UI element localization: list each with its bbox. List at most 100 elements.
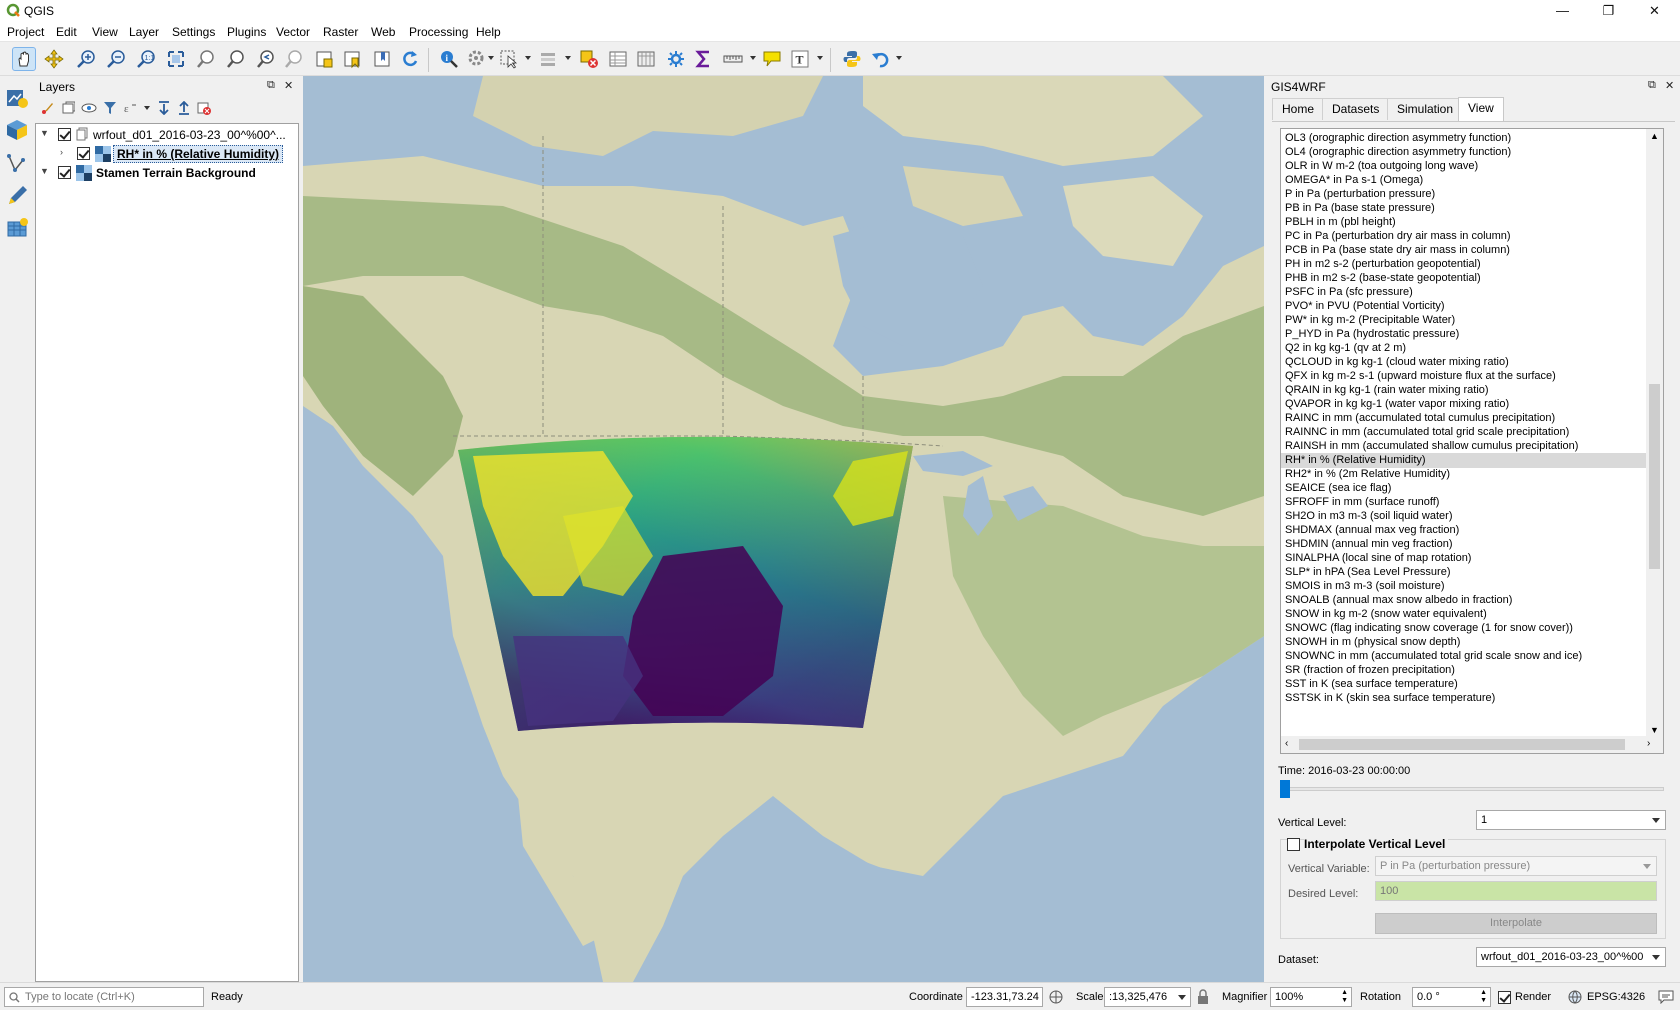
spin-arrows-icon[interactable]: ▲ ▼ xyxy=(1341,989,1348,1005)
vertical-variable-select[interactable]: P in Pa (perturbation pressure) xyxy=(1375,856,1657,876)
horizontal-scrollbar[interactable]: ‹ › xyxy=(1281,736,1663,753)
menu-web[interactable]: Web xyxy=(371,25,395,39)
zoom-native-icon[interactable]: 1:1 xyxy=(134,47,158,71)
layer-name[interactable]: Stamen Terrain Background xyxy=(96,166,256,180)
variable-list-item[interactable]: PBLH in m (pbl height) xyxy=(1285,215,1396,230)
processing-toolbox-icon[interactable] xyxy=(664,47,688,71)
scroll-up-icon[interactable]: ▲ xyxy=(1650,131,1659,141)
variable-list-item[interactable]: OLR in W m-2 (toa outgoing long wave) xyxy=(1285,159,1478,174)
manage-visibility-icon[interactable] xyxy=(81,101,97,115)
pan-to-selection-icon[interactable] xyxy=(42,47,66,71)
variable-list-item[interactable]: SLP* in hPA (Sea Level Pressure) xyxy=(1285,565,1451,580)
pan-icon[interactable] xyxy=(12,47,36,71)
render-checkbox[interactable] xyxy=(1498,991,1511,1004)
map-canvas[interactable] xyxy=(303,76,1264,982)
tab-home[interactable]: Home xyxy=(1272,98,1325,120)
tab-simulation[interactable]: Simulation xyxy=(1387,98,1464,120)
variable-list-item[interactable]: SNOALB (annual max snow albedo in fracti… xyxy=(1285,593,1512,608)
toggle-extents-icon[interactable] xyxy=(1048,989,1064,1005)
layers-float-button[interactable]: ⧉ xyxy=(267,79,275,92)
variable-list-item[interactable]: SHDMIN (annual min veg fraction) xyxy=(1285,537,1453,552)
crs-label[interactable]: EPSG:4326 xyxy=(1587,991,1645,1003)
variable-list-item[interactable]: SR (fraction of frozen precipitation) xyxy=(1285,663,1455,678)
variable-list-item[interactable]: SMOIS in m3 m-3 (soil moisture) xyxy=(1285,579,1445,594)
menu-project[interactable]: Project xyxy=(7,25,44,39)
add-geopackage-layer-icon[interactable] xyxy=(5,118,29,142)
menu-edit[interactable]: Edit xyxy=(56,25,77,39)
zoom-next-icon[interactable] xyxy=(282,47,306,71)
variable-list-item[interactable]: PCB in Pa (base state dry air mass in co… xyxy=(1285,243,1510,258)
variable-list-item[interactable]: SNOW in kg m-2 (snow water equivalent) xyxy=(1285,607,1487,622)
zoom-to-layer-icon[interactable] xyxy=(224,47,248,71)
gis4wrf-float-button[interactable]: ⧉ xyxy=(1648,79,1656,92)
attribute-table-icon[interactable] xyxy=(606,47,630,71)
variable-list-item[interactable]: QRAIN in kg kg-1 (rain water mixing rati… xyxy=(1285,383,1489,398)
collapse-arrow-icon[interactable]: ▼ xyxy=(40,166,49,176)
filter-legend-icon[interactable] xyxy=(103,101,117,115)
variable-list-item[interactable]: SNOWNC in mm (accumulated total grid sca… xyxy=(1285,649,1582,664)
dataset-select[interactable]: wrfout_d01_2016-03-23_00^%00 xyxy=(1476,947,1666,967)
messages-icon[interactable] xyxy=(1658,990,1674,1004)
variable-list-item[interactable]: OL3 (orographic direction asymmetry func… xyxy=(1285,131,1511,146)
layer-checkbox[interactable] xyxy=(58,166,71,179)
field-calculator-icon[interactable] xyxy=(634,47,658,71)
new-shapefile-icon[interactable] xyxy=(5,152,29,176)
collapse-arrow-icon[interactable]: ▼ xyxy=(40,128,49,138)
vertical-scrollbar[interactable]: ▲ ▼ xyxy=(1646,129,1663,739)
variable-list-item[interactable]: QVAPOR in kg kg-1 (water vapor mixing ra… xyxy=(1285,397,1509,412)
magnifier-spinbox[interactable]: 100% ▲ ▼ xyxy=(1270,987,1352,1007)
variable-list-item[interactable]: PHB in m2 s-2 (base-state geopotential) xyxy=(1285,271,1481,286)
python-console-icon[interactable] xyxy=(840,47,864,71)
expand-all-icon[interactable] xyxy=(157,101,171,115)
scroll-thumb[interactable] xyxy=(1649,384,1660,569)
menu-raster[interactable]: Raster xyxy=(323,25,358,39)
interpolate-checkbox[interactable] xyxy=(1287,838,1300,851)
scroll-thumb[interactable] xyxy=(1299,739,1625,750)
variable-list-item[interactable]: SNOWC (flag indicating snow coverage (1 … xyxy=(1285,621,1573,636)
time-slider-track[interactable] xyxy=(1280,787,1664,791)
interpolate-button[interactable]: Interpolate xyxy=(1375,913,1657,934)
refresh-icon[interactable] xyxy=(398,47,422,71)
variable-list-item[interactable]: PC in Pa (perturbation dry air mass in c… xyxy=(1285,229,1511,244)
variable-list-item[interactable]: RAINSH in mm (accumulated shallow cumulu… xyxy=(1285,439,1578,454)
variable-list-item[interactable]: SSTSK in K (skin sea surface temperature… xyxy=(1285,691,1495,706)
menu-plugins[interactable]: Plugins xyxy=(227,25,266,39)
digitize-icon[interactable] xyxy=(5,184,29,208)
select-features-icon[interactable] xyxy=(497,47,521,71)
text-annotation-icon[interactable]: T xyxy=(788,47,812,71)
variable-list-item[interactable]: P in Pa (perturbation pressure) xyxy=(1285,187,1435,202)
remove-layer-icon[interactable] xyxy=(197,101,211,115)
vertical-level-select[interactable]: 1 xyxy=(1476,810,1666,830)
identify-icon[interactable]: i xyxy=(437,47,461,71)
variable-list-item[interactable]: SNOWH in m (physical snow depth) xyxy=(1285,635,1460,650)
variable-list-item[interactable]: Q2 in kg kg-1 (qv at 2 m) xyxy=(1285,341,1406,356)
coordinate-field[interactable]: -123.31,73.24 xyxy=(966,987,1043,1007)
scroll-down-icon[interactable]: ▼ xyxy=(1650,725,1659,735)
spin-arrows-icon[interactable]: ▲ ▼ xyxy=(1480,989,1487,1005)
style-brush-icon[interactable] xyxy=(41,101,55,115)
layer-name[interactable]: wrfout_d01_2016-03-23_00^%00^... xyxy=(93,128,286,142)
variable-list-item[interactable]: SST in K (sea surface temperature) xyxy=(1285,677,1458,692)
variable-list-item[interactable]: OMEGA* in Pa s-1 (Omega) xyxy=(1285,173,1423,188)
variable-list-item[interactable]: RH2* in % (2m Relative Humidity) xyxy=(1285,467,1450,482)
select-by-value-icon[interactable] xyxy=(536,47,560,71)
variable-list-item[interactable]: QFX in kg m-2 s-1 (upward moisture flux … xyxy=(1285,369,1556,384)
filter-expression-icon[interactable]: ε xyxy=(123,101,137,115)
actions-icon[interactable] xyxy=(465,47,489,71)
rotation-spinbox[interactable]: 0.0 ° ▲ ▼ xyxy=(1412,987,1491,1007)
show-bookmarks-icon[interactable] xyxy=(370,47,394,71)
menu-settings[interactable]: Settings xyxy=(172,25,215,39)
new-map-view-icon[interactable] xyxy=(312,47,336,71)
layer-checkbox[interactable] xyxy=(58,128,71,141)
locate-input[interactable]: Type to locate (Ctrl+K) xyxy=(4,987,204,1007)
zoom-last-icon[interactable] xyxy=(254,47,278,71)
minimize-button[interactable]: — xyxy=(1540,0,1585,22)
variable-list-item[interactable]: RH* in % (Relative Humidity) xyxy=(1281,453,1647,468)
lock-icon[interactable] xyxy=(1197,989,1209,1005)
map-tips-icon[interactable] xyxy=(760,47,784,71)
desired-level-input[interactable]: 100 xyxy=(1375,881,1657,901)
zoom-out-icon[interactable] xyxy=(104,47,128,71)
collapse-all-icon[interactable] xyxy=(177,101,191,115)
variable-list-item[interactable]: SFROFF in mm (surface runoff) xyxy=(1285,495,1439,510)
variable-list-item[interactable]: RAINNC in mm (accumulated total grid sca… xyxy=(1285,425,1569,440)
